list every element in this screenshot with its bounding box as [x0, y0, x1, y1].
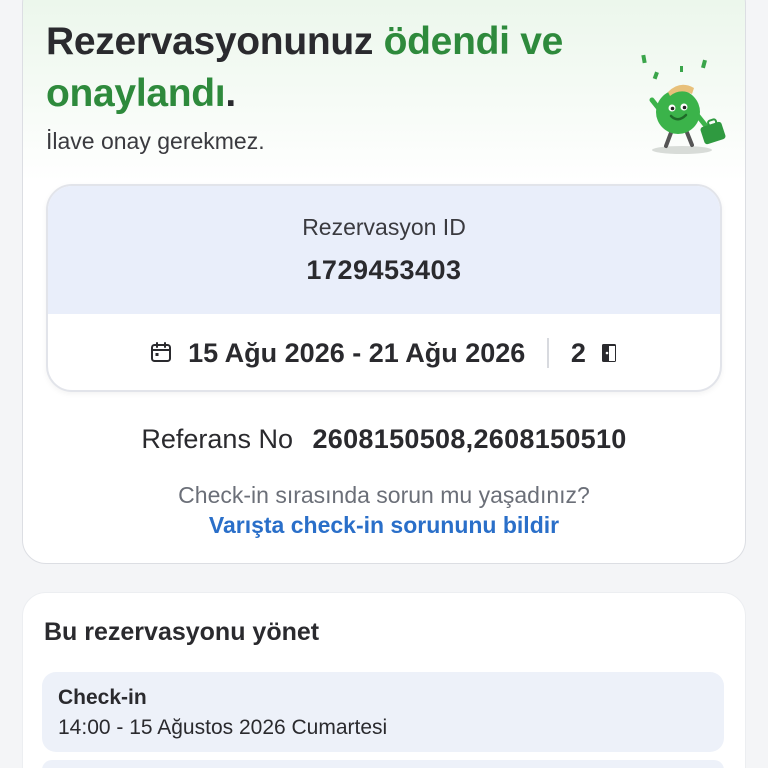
- room-count: 2: [570, 337, 586, 368]
- confirmation-headline: Rezervasyonunuz ödendi ve onaylandı.: [46, 20, 563, 115]
- door-icon: [601, 344, 616, 362]
- report-checkin-issue-link[interactable]: Varışta check-in sorununu bildir: [0, 512, 768, 539]
- reservation-id-panel: Rezervasyon ID 1729453403: [48, 186, 720, 314]
- divider: [547, 338, 549, 368]
- next-info-item[interactable]: [42, 760, 724, 768]
- checkin-time: 14:00 - 15 Ağustos 2026 Cumartesi: [58, 716, 388, 739]
- stay-details: 15 Ağu 2026 - 21 Ağu 2026 2: [48, 314, 720, 390]
- reference-number-row: Referans No 2608150508,2608150510: [0, 424, 768, 455]
- checkin-title: Check-in: [58, 686, 147, 709]
- stay-dates: 15 Ağu 2026 - 21 Ağu 2026: [188, 337, 526, 368]
- happy-mascot-with-suitcase-icon: [641, 54, 726, 154]
- reservation-summary: Rezervasyon ID 1729453403 15 Ağu 2026 - …: [46, 184, 722, 392]
- reservation-id-value: 1729453403: [306, 255, 462, 285]
- calendar-icon: [151, 342, 172, 362]
- reference-value: 2608150508,2608150510: [312, 424, 627, 454]
- manage-booking-title: Bu rezervasyonu yönet: [44, 618, 320, 646]
- checkin-help-question: Check-in sırasında sorun mu yaşadınız?: [178, 482, 590, 508]
- reference-label: Referans No: [141, 424, 293, 454]
- checkin-info-item[interactable]: [42, 672, 724, 752]
- reservation-id-label: Rezervasyon ID: [302, 214, 466, 240]
- confirmation-subline: İlave onay gerekmez.: [46, 128, 265, 154]
